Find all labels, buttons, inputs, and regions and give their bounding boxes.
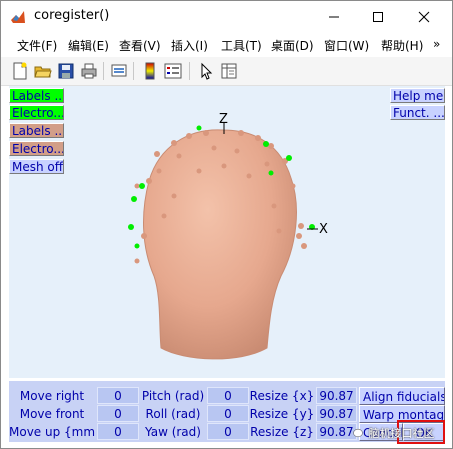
- move-right-label: Move right: [19, 389, 85, 403]
- minimize-icon: [329, 16, 339, 17]
- watermark: 脑机接口社区: [353, 425, 435, 441]
- yaw-label: Yaw (rad): [145, 425, 201, 439]
- resize-y-input[interactable]: 90.87: [316, 405, 357, 422]
- move-up-label: Move up {mm}: [9, 425, 95, 439]
- print-icon[interactable]: [80, 62, 98, 80]
- resize-x-label: Resize {x}: [249, 389, 315, 403]
- save-icon[interactable]: [57, 62, 75, 80]
- align-fiducials-button[interactable]: Align fiducials: [359, 387, 445, 405]
- matlab-icon: [11, 11, 25, 23]
- menu-view[interactable]: 查看(V): [119, 37, 161, 54]
- figure-canvas: Z X Labels ... Electro... Labels ... Ele…: [9, 86, 445, 378]
- pointer-icon[interactable]: [197, 62, 215, 80]
- move-front-input[interactable]: 0: [97, 405, 139, 422]
- link-icon[interactable]: [110, 62, 128, 80]
- menu-overflow[interactable]: »: [433, 37, 440, 51]
- electrodes-green-button[interactable]: Electro...: [9, 105, 64, 120]
- toolbar-separator: [189, 62, 190, 80]
- roll-input[interactable]: 0: [207, 405, 249, 422]
- yaw-input[interactable]: 0: [207, 423, 249, 440]
- move-up-input[interactable]: 0: [97, 423, 139, 440]
- close-icon: [418, 11, 430, 22]
- labels-tan-button[interactable]: Labels ...: [9, 123, 64, 138]
- window-title: coregister(): [34, 8, 110, 23]
- z-axis-label: Z: [219, 112, 228, 127]
- menu-file[interactable]: 文件(F): [17, 37, 57, 54]
- title-bar: coregister(): [1, 1, 452, 33]
- head-mesh: [143, 129, 297, 360]
- roll-label: Roll (rad): [145, 407, 201, 421]
- menu-edit[interactable]: 编辑(E): [68, 37, 109, 54]
- new-figure-icon[interactable]: [11, 62, 29, 80]
- head-mesh-plot[interactable]: Z X: [9, 86, 445, 378]
- resize-y-label: Resize {y}: [249, 407, 315, 421]
- help-me-button[interactable]: Help me: [390, 88, 445, 103]
- wechat-icon: [353, 428, 363, 438]
- mesh-off-button[interactable]: Mesh off: [9, 159, 64, 174]
- toolbar-separator: [133, 62, 134, 80]
- pitch-label: Pitch (rad): [141, 389, 205, 403]
- toolbar-separator: [103, 62, 104, 80]
- menu-window[interactable]: 窗口(W): [324, 37, 369, 54]
- app-window: coregister() 文件(F) 编辑(E) 查看(V) 插入(I) 工具(…: [0, 0, 453, 449]
- menu-help[interactable]: 帮助(H): [381, 37, 423, 54]
- maximize-button[interactable]: [355, 1, 401, 32]
- colorbar-icon[interactable]: [141, 62, 159, 80]
- menu-tools[interactable]: 工具(T): [221, 37, 262, 54]
- functions-button[interactable]: Funct. ...: [390, 105, 445, 120]
- resize-z-input[interactable]: 90.87: [316, 423, 357, 440]
- menu-insert[interactable]: 插入(I): [171, 37, 208, 54]
- toolbar: [1, 57, 452, 86]
- menu-desktop[interactable]: 桌面(D): [271, 37, 314, 54]
- watermark-text: 脑机接口社区: [368, 427, 435, 440]
- minimize-button[interactable]: [311, 1, 357, 32]
- maximize-icon: [373, 11, 383, 22]
- menu-bar: 文件(F) 编辑(E) 查看(V) 插入(I) 工具(T) 桌面(D) 窗口(W…: [1, 33, 452, 57]
- legend-icon[interactable]: [164, 62, 182, 80]
- move-front-label: Move front: [19, 407, 85, 421]
- close-button[interactable]: [401, 1, 447, 32]
- labels-green-button[interactable]: Labels ...: [9, 88, 64, 103]
- electrodes-tan-button[interactable]: Electro...: [9, 141, 64, 156]
- resize-z-label: Resize {z}: [250, 425, 314, 439]
- property-inspector-icon[interactable]: [220, 62, 238, 80]
- open-file-icon[interactable]: [34, 62, 52, 80]
- move-right-input[interactable]: 0: [97, 387, 139, 404]
- x-axis-label: X: [319, 222, 328, 237]
- resize-x-input[interactable]: 90.87: [316, 387, 357, 404]
- pitch-input[interactable]: 0: [207, 387, 249, 404]
